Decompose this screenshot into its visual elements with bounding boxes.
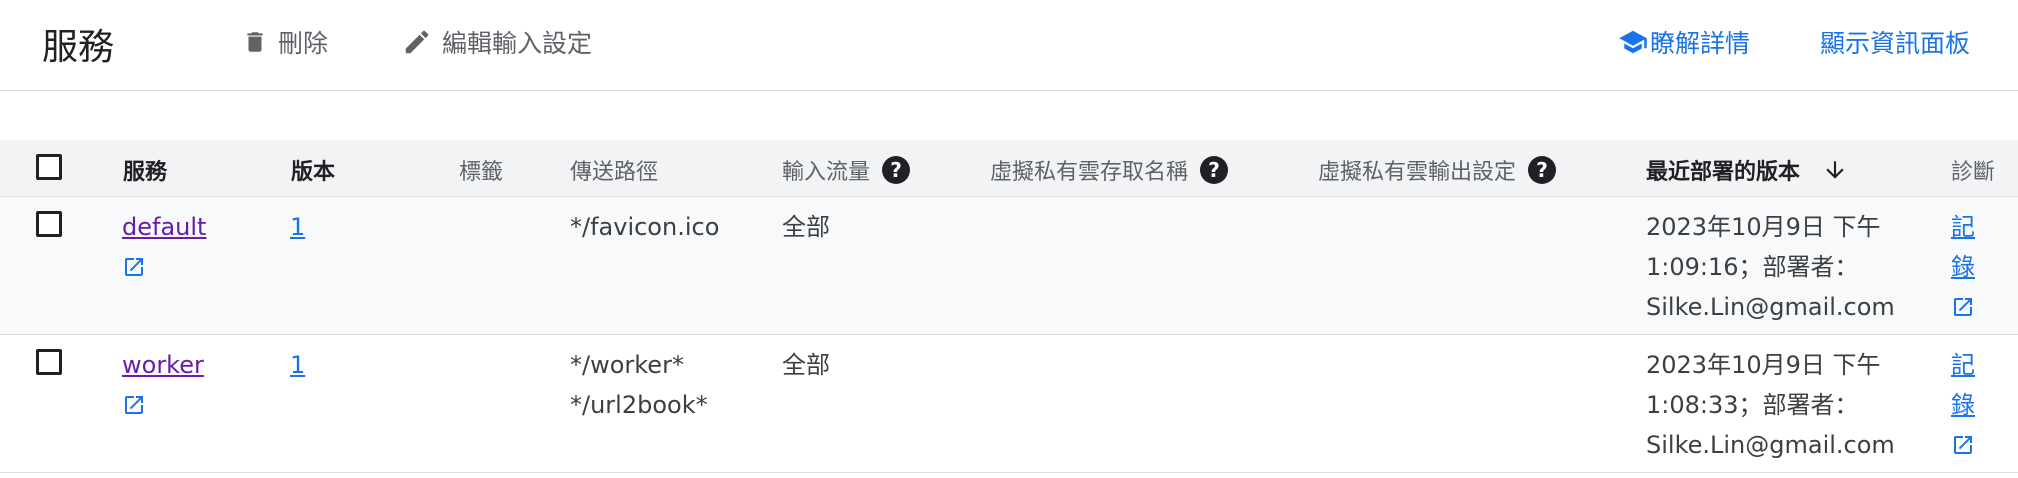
deployed-date-text: 2023年10月9日 下午 bbox=[1646, 213, 1881, 241]
service-link[interactable]: default bbox=[122, 207, 206, 247]
row-checkbox[interactable] bbox=[36, 349, 62, 375]
deployed-time-text: 1:08:33；部署者： bbox=[1646, 391, 1859, 419]
version-cell: 1 bbox=[290, 207, 305, 247]
dispatch-route-text: */favicon.ico bbox=[570, 213, 720, 241]
show-dashboard-label: 顯示資訊面板 bbox=[1820, 29, 1971, 58]
trash-icon bbox=[247, 32, 263, 52]
column-header-vpc-egress: 虛擬私有雲輸出設定 ? bbox=[1318, 154, 1557, 186]
logs-link-char[interactable]: 錄 bbox=[1951, 247, 1975, 287]
vpc-egress-header-label: 虛擬私有雲輸出設定 bbox=[1318, 160, 1517, 185]
column-header-ingress: 輸入流量 ? bbox=[782, 154, 911, 186]
edit-ingress-button[interactable]: 編輯輸入設定 bbox=[402, 24, 592, 60]
select-all-checkbox[interactable] bbox=[36, 154, 62, 180]
version-link[interactable]: 1 bbox=[290, 213, 305, 241]
service-link[interactable]: worker bbox=[122, 345, 204, 385]
version-link[interactable]: 1 bbox=[290, 351, 305, 379]
vpc-connector-header-label: 虛擬私有雲存取名稱 bbox=[990, 160, 1189, 185]
help-icon[interactable]: ? bbox=[882, 156, 911, 184]
version-cell: 1 bbox=[290, 345, 305, 385]
open-in-new-icon[interactable] bbox=[1951, 433, 1975, 457]
show-dashboard-link[interactable]: 顯示資訊面板 bbox=[1820, 24, 1970, 60]
delete-button[interactable]: 刪除 bbox=[242, 24, 328, 60]
open-in-new-icon[interactable] bbox=[1951, 295, 1975, 319]
table-row: worker 1 */worker* */url2book* 全部 2023年1… bbox=[0, 335, 2018, 473]
deployed-by-text: Silke.Lin@gmail.com bbox=[1646, 431, 1895, 459]
logs-link-char[interactable]: 記 bbox=[1951, 345, 1975, 385]
ingress-cell: 全部 bbox=[782, 351, 830, 379]
diagnose-cell: 記 錄 bbox=[1951, 345, 1975, 457]
column-header-vpc-connector: 虛擬私有雲存取名稱 ? bbox=[990, 154, 1229, 186]
ingress-cell: 全部 bbox=[782, 213, 830, 241]
school-icon bbox=[1619, 30, 1647, 54]
services-table: 服務 版本 標籤 傳送路徑 輸入流量 ? 虛擬私有雲存取名稱 ? 虛擬私有雲輸出… bbox=[0, 140, 2018, 473]
delete-label: 刪除 bbox=[278, 29, 329, 58]
top-toolbar: 服務 刪除 編輯輸入設定 瞭解詳情 顯示資訊面板 bbox=[0, 0, 2018, 91]
page-title: 服務 bbox=[42, 27, 115, 68]
deployed-time-text: 1:09:16；部署者： bbox=[1646, 253, 1859, 281]
column-header-version[interactable]: 版本 bbox=[291, 154, 335, 186]
column-header-dispatch-route: 傳送路徑 bbox=[570, 160, 659, 185]
logs-link-char[interactable]: 錄 bbox=[1951, 385, 1975, 425]
column-header-diagnose: 診斷 bbox=[1951, 160, 1996, 185]
help-icon[interactable]: ? bbox=[1200, 156, 1229, 184]
table-row: default 1 */favicon.ico 全部 2023年10月9日 下午… bbox=[0, 197, 2018, 335]
column-header-last-deployed[interactable]: 最近部署的版本 bbox=[1646, 154, 1848, 186]
deployed-by-text: Silke.Lin@gmail.com bbox=[1646, 293, 1895, 321]
diagnose-cell: 記 錄 bbox=[1951, 207, 1975, 319]
service-cell: worker bbox=[122, 345, 204, 417]
ingress-header-label: 輸入流量 bbox=[782, 160, 871, 185]
open-in-new-icon[interactable] bbox=[122, 255, 146, 279]
last-deployed-cell: 2023年10月9日 下午 1:09:16；部署者： Silke.Lin@gma… bbox=[1646, 207, 1895, 327]
logs-link-char[interactable]: 記 bbox=[1951, 207, 1975, 247]
dispatch-route-cell: */favicon.ico bbox=[570, 207, 719, 247]
column-header-service[interactable]: 服務 bbox=[123, 154, 167, 186]
table-header: 服務 版本 標籤 傳送路徑 輸入流量 ? 虛擬私有雲存取名稱 ? 虛擬私有雲輸出… bbox=[0, 140, 2018, 197]
last-deployed-cell: 2023年10月9日 下午 1:08:33；部署者： Silke.Lin@gma… bbox=[1646, 345, 1895, 465]
arrow-down-icon bbox=[1826, 161, 1844, 179]
learn-more-link[interactable]: 瞭解詳情 bbox=[1616, 24, 1750, 60]
dispatch-route-text: */worker* bbox=[570, 351, 684, 379]
last-deployed-header-label: 最近部署的版本 bbox=[1646, 160, 1801, 185]
pencil-icon bbox=[405, 30, 429, 54]
learn-more-label: 瞭解詳情 bbox=[1650, 29, 1751, 58]
dispatch-route-cell: */worker* */url2book* bbox=[570, 345, 708, 425]
column-header-labels: 標籤 bbox=[459, 160, 504, 185]
edit-ingress-label: 編輯輸入設定 bbox=[442, 29, 593, 58]
dispatch-route-text: */url2book* bbox=[570, 391, 708, 419]
row-checkbox[interactable] bbox=[36, 211, 62, 237]
service-cell: default bbox=[122, 207, 206, 279]
help-icon[interactable]: ? bbox=[1528, 156, 1557, 184]
deployed-date-text: 2023年10月9日 下午 bbox=[1646, 351, 1881, 379]
open-in-new-icon[interactable] bbox=[122, 393, 146, 417]
